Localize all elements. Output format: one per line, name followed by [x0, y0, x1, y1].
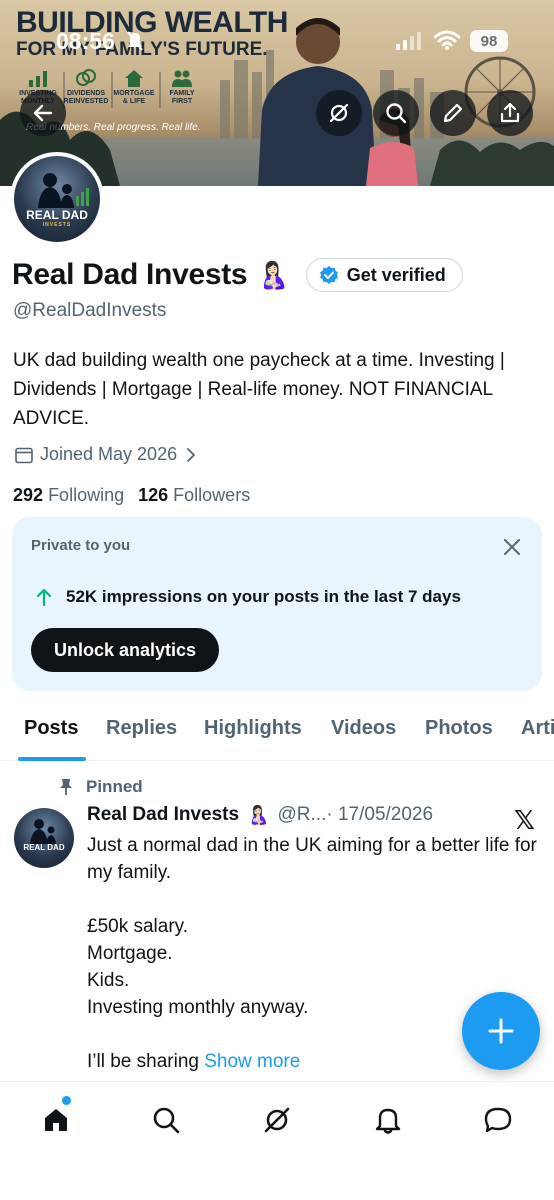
post-line: £50k salary.	[87, 916, 189, 937]
following-label: Following	[48, 485, 125, 505]
unlock-analytics-button[interactable]: Unlock analytics	[31, 628, 220, 672]
active-tab-indicator	[18, 757, 86, 761]
get-verified-label: Get verified	[346, 264, 446, 285]
post-author-avatar[interactable]: REAL DAD	[14, 808, 74, 868]
compose-post-button[interactable]	[462, 992, 540, 1070]
verified-badge-icon	[319, 266, 338, 284]
private-analytics-card: Private to you 52K impressions on your p…	[12, 517, 542, 691]
share-icon	[500, 102, 520, 123]
followers-count: 126	[138, 485, 169, 505]
nav-messages[interactable]	[478, 1100, 518, 1140]
avatar-text: REAL DAD	[23, 843, 65, 852]
battery-indicator: 98	[470, 30, 508, 52]
post-line: Mortgage.	[87, 943, 173, 964]
bottom-navigation	[0, 1081, 554, 1200]
grok-icon	[329, 103, 349, 123]
tab-videos[interactable]: Videos	[331, 717, 396, 740]
impressions-text: 52K impressions on your posts in the las…	[66, 587, 461, 606]
display-name: Real Dad Invests	[12, 258, 248, 291]
search-icon	[386, 103, 407, 124]
impressions-stat: 52K impressions on your posts in the las…	[34, 587, 461, 607]
post-header: Real Dad Invests 🤱🏻 @R... · 17/05/2026	[87, 804, 433, 826]
grok-icon	[264, 1107, 290, 1133]
followers-label: Followers	[173, 485, 251, 505]
search-icon	[153, 1107, 180, 1134]
status-bar: 08:56 98	[0, 0, 554, 80]
banner-icon-label: MORTGAGE & LIFE	[113, 90, 155, 105]
private-label: Private to you	[31, 537, 131, 554]
pinned-label: Pinned	[86, 777, 143, 796]
avatar-logo: REAL DAD INVESTS	[14, 156, 100, 242]
avatar-family-silhouette	[30, 819, 56, 844]
following-link[interactable]: 292 Following	[13, 485, 124, 506]
nav-home[interactable]	[36, 1100, 76, 1140]
avatar-text: REAL DAD	[26, 208, 88, 222]
close-icon[interactable]	[502, 537, 522, 557]
joined-date[interactable]: Joined May 2026	[14, 444, 199, 465]
post-line: Kids.	[87, 970, 130, 991]
profile-tabs: Posts Replies Highlights Videos Photos A…	[0, 703, 554, 761]
tab-highlights[interactable]: Highlights	[204, 717, 302, 740]
follow-stats: 292 Following 126 Followers	[13, 485, 250, 506]
profile-bio: UK dad building wealth one paycheck at a…	[13, 350, 505, 429]
back-button[interactable]	[20, 90, 66, 136]
following-count: 292	[13, 485, 44, 505]
silent-mode-icon	[127, 31, 143, 51]
post-author-handle[interactable]: @R...	[278, 804, 327, 826]
post-line: Just a normal dad in the UK aiming for a…	[87, 835, 537, 883]
home-notification-dot	[62, 1096, 71, 1105]
edit-button[interactable]	[430, 90, 476, 136]
tab-articles[interactable]: Articles	[521, 717, 554, 740]
show-more-link[interactable]: Show more	[204, 1051, 300, 1072]
cellular-signal-icon	[396, 32, 421, 50]
tab-replies[interactable]: Replies	[106, 717, 177, 740]
post-author-emoji: 🤱🏻	[247, 804, 270, 825]
back-arrow-icon	[33, 104, 53, 122]
profile-name-row: Real Dad Invests 🤱🏻 Get verified	[12, 258, 463, 292]
pin-icon	[60, 779, 72, 795]
grok-button[interactable]	[316, 90, 362, 136]
post-date[interactable]: · 17/05/2026	[326, 804, 433, 826]
plus-icon	[488, 1018, 514, 1044]
avatar-family-silhouette	[38, 173, 89, 208]
share-button[interactable]	[487, 90, 533, 136]
banner-icon-label: FAMILY FIRST	[169, 90, 195, 105]
followers-link[interactable]: 126 Followers	[138, 485, 250, 506]
name-emoji: 🤱🏻	[257, 259, 290, 290]
chevron-right-icon	[187, 447, 195, 462]
arrow-up-icon	[36, 588, 52, 607]
banner-icon-label: DIVIDENDS REINVESTED	[63, 90, 109, 105]
home-icon	[45, 1109, 67, 1131]
tab-posts[interactable]: Posts	[24, 717, 78, 740]
nav-notifications[interactable]	[368, 1100, 408, 1140]
nav-grok[interactable]	[257, 1100, 297, 1140]
tab-photos[interactable]: Photos	[425, 717, 493, 740]
search-button[interactable]	[373, 90, 419, 136]
messages-icon	[484, 1107, 512, 1133]
calendar-icon	[15, 447, 33, 463]
post-author-name[interactable]: Real Dad Invests	[87, 804, 239, 826]
wifi-icon	[434, 30, 460, 50]
avatar-subtext: INVESTS	[42, 222, 72, 228]
edit-pencil-icon	[443, 103, 463, 123]
nav-search[interactable]	[146, 1100, 186, 1140]
status-time: 08:56	[56, 28, 115, 54]
profile-handle: @RealDadInvests	[13, 300, 167, 321]
post-line: I’ll be sharing	[87, 1051, 199, 1072]
pinned-indicator: Pinned	[58, 777, 143, 797]
notifications-bell-icon	[375, 1108, 401, 1134]
joined-label: Joined May 2026	[40, 444, 178, 464]
get-verified-button[interactable]: Get verified	[305, 258, 463, 292]
profile-avatar[interactable]: REAL DAD INVESTS	[10, 152, 104, 246]
